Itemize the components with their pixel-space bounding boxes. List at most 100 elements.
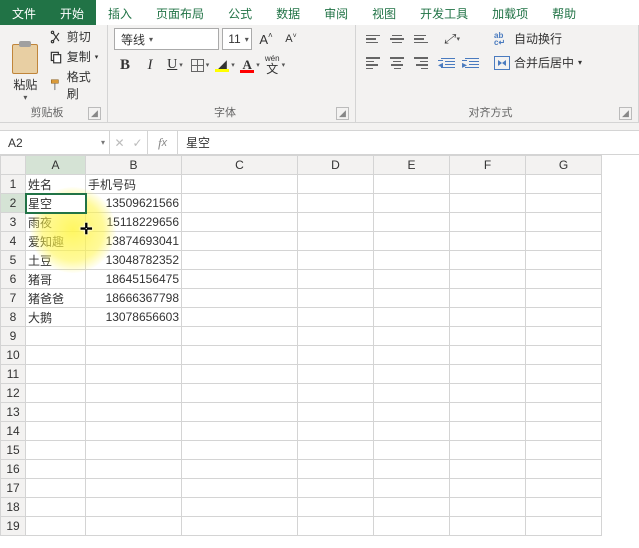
cell-E1[interactable] <box>374 175 450 194</box>
underline-button[interactable]: U▾ <box>164 54 186 76</box>
dialog-launcher-icon[interactable]: ◢ <box>619 107 632 120</box>
tab-页面布局[interactable]: 页面布局 <box>144 0 216 25</box>
cell-B9[interactable] <box>86 327 182 346</box>
cell-G8[interactable] <box>526 308 602 327</box>
cell-D12[interactable] <box>298 384 374 403</box>
cell-C10[interactable] <box>182 346 298 365</box>
cell-A5[interactable]: 土豆 <box>26 251 86 270</box>
cell-A17[interactable] <box>26 479 86 498</box>
italic-button[interactable]: I <box>139 54 161 76</box>
confirm-icon[interactable]: ✓ <box>133 136 143 150</box>
cell-E14[interactable] <box>374 422 450 441</box>
cell-D10[interactable] <box>298 346 374 365</box>
cell-E6[interactable] <box>374 270 450 289</box>
paste-button[interactable]: 粘贴 ▾ <box>6 28 45 102</box>
cell-D2[interactable] <box>298 194 374 213</box>
cell-D1[interactable] <box>298 175 374 194</box>
column-header-F[interactable]: F <box>450 156 526 175</box>
align-bottom-button[interactable] <box>410 28 432 50</box>
cell-G7[interactable] <box>526 289 602 308</box>
fx-icon[interactable]: fx <box>148 131 178 154</box>
cell-E8[interactable] <box>374 308 450 327</box>
cell-D15[interactable] <box>298 441 374 460</box>
cancel-icon[interactable]: ✕ <box>114 136 124 150</box>
cell-D17[interactable] <box>298 479 374 498</box>
cell-B8[interactable]: 13078656603 <box>86 308 182 327</box>
cell-E12[interactable] <box>374 384 450 403</box>
cell-A10[interactable] <box>26 346 86 365</box>
cell-G1[interactable] <box>526 175 602 194</box>
row-header-6[interactable]: 6 <box>1 270 26 289</box>
cell-C6[interactable] <box>182 270 298 289</box>
cell-C8[interactable] <box>182 308 298 327</box>
cell-D16[interactable] <box>298 460 374 479</box>
cell-D11[interactable] <box>298 365 374 384</box>
cell-B19[interactable] <box>86 517 182 536</box>
tab-帮助[interactable]: 帮助 <box>540 0 588 25</box>
phonetic-button[interactable]: wén文 ▾ <box>264 54 286 76</box>
cell-F1[interactable] <box>450 175 526 194</box>
cell-F19[interactable] <box>450 517 526 536</box>
cut-button[interactable]: 剪切 <box>49 28 101 45</box>
cell-G15[interactable] <box>526 441 602 460</box>
cell-B4[interactable]: 13874693041 <box>86 232 182 251</box>
cell-F5[interactable] <box>450 251 526 270</box>
cell-G18[interactable] <box>526 498 602 517</box>
cell-C4[interactable] <box>182 232 298 251</box>
cell-A2[interactable]: 星空 <box>26 194 86 213</box>
cell-C14[interactable] <box>182 422 298 441</box>
cell-F18[interactable] <box>450 498 526 517</box>
cell-D9[interactable] <box>298 327 374 346</box>
row-header-3[interactable]: 3 <box>1 213 26 232</box>
dialog-launcher-icon[interactable]: ◢ <box>336 107 349 120</box>
cell-G11[interactable] <box>526 365 602 384</box>
cell-G13[interactable] <box>526 403 602 422</box>
cell-B10[interactable] <box>86 346 182 365</box>
align-top-button[interactable] <box>362 28 384 50</box>
cell-E18[interactable] <box>374 498 450 517</box>
cell-D18[interactable] <box>298 498 374 517</box>
cell-B13[interactable] <box>86 403 182 422</box>
cell-E16[interactable] <box>374 460 450 479</box>
row-header-1[interactable]: 1 <box>1 175 26 194</box>
increase-indent-button[interactable]: ▸ <box>462 52 484 74</box>
cell-E4[interactable] <box>374 232 450 251</box>
cell-A7[interactable]: 猪爸爸 <box>26 289 86 308</box>
font-name-combo[interactable]: 等线 ▾ <box>114 28 219 50</box>
row-header-2[interactable]: 2 <box>1 194 26 213</box>
cell-C5[interactable] <box>182 251 298 270</box>
cell-A15[interactable] <box>26 441 86 460</box>
tab-公式[interactable]: 公式 <box>216 0 264 25</box>
cell-F7[interactable] <box>450 289 526 308</box>
cell-C7[interactable] <box>182 289 298 308</box>
column-header-E[interactable]: E <box>374 156 450 175</box>
cell-G16[interactable] <box>526 460 602 479</box>
cell-F13[interactable] <box>450 403 526 422</box>
row-header-19[interactable]: 19 <box>1 517 26 536</box>
cell-F6[interactable] <box>450 270 526 289</box>
cell-A19[interactable] <box>26 517 86 536</box>
cell-E17[interactable] <box>374 479 450 498</box>
cell-G19[interactable] <box>526 517 602 536</box>
column-header-B[interactable]: B <box>86 156 182 175</box>
column-header-C[interactable]: C <box>182 156 298 175</box>
cell-C9[interactable] <box>182 327 298 346</box>
cell-A9[interactable] <box>26 327 86 346</box>
format-painter-button[interactable]: 格式刷 <box>49 68 101 102</box>
cell-C12[interactable] <box>182 384 298 403</box>
tab-插入[interactable]: 插入 <box>96 0 144 25</box>
align-center-button[interactable] <box>386 52 408 74</box>
cell-F14[interactable] <box>450 422 526 441</box>
cell-D4[interactable] <box>298 232 374 251</box>
cell-C18[interactable] <box>182 498 298 517</box>
cell-G9[interactable] <box>526 327 602 346</box>
cell-F15[interactable] <box>450 441 526 460</box>
cell-F16[interactable] <box>450 460 526 479</box>
row-header-10[interactable]: 10 <box>1 346 26 365</box>
cell-F3[interactable] <box>450 213 526 232</box>
column-header-D[interactable]: D <box>298 156 374 175</box>
cell-G2[interactable] <box>526 194 602 213</box>
tab-加载项[interactable]: 加载项 <box>480 0 540 25</box>
cell-C1[interactable] <box>182 175 298 194</box>
row-header-7[interactable]: 7 <box>1 289 26 308</box>
